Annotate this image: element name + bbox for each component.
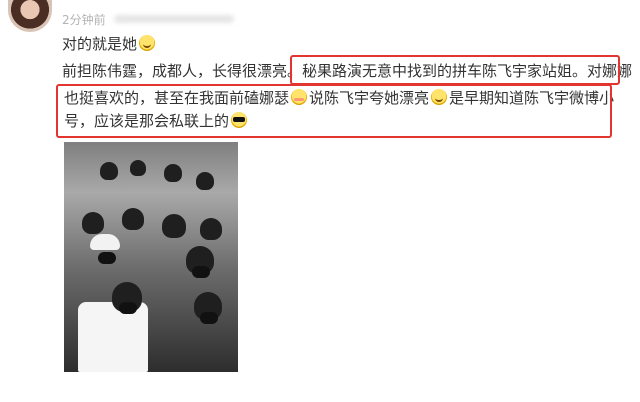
crowd-head bbox=[82, 212, 104, 234]
white-cap bbox=[90, 234, 120, 250]
face-mask bbox=[192, 266, 210, 278]
face-mask bbox=[119, 302, 137, 314]
username-blur bbox=[113, 15, 234, 23]
crowd-head bbox=[162, 214, 186, 238]
post-text-segment: 对的就是她 bbox=[62, 35, 138, 53]
avatar[interactable] bbox=[8, 0, 52, 32]
blank-area bbox=[250, 142, 620, 372]
crowd-head bbox=[122, 208, 144, 230]
red-highlight-box-2 bbox=[56, 84, 612, 138]
post-time: 2分钟前 bbox=[62, 12, 106, 27]
crowd-head bbox=[130, 160, 146, 176]
crowd-head bbox=[164, 164, 182, 182]
face-mask bbox=[98, 252, 116, 264]
crowd-head bbox=[200, 218, 222, 240]
crowd-head bbox=[100, 162, 118, 180]
post-photo[interactable] bbox=[64, 142, 238, 372]
post-meta: 2分钟前 bbox=[62, 12, 234, 27]
white-shirt bbox=[78, 302, 148, 372]
red-highlight-box-1 bbox=[290, 55, 620, 85]
crowd-head bbox=[196, 172, 214, 190]
face-mask bbox=[200, 312, 218, 324]
post-text-line-1: 对的就是她 bbox=[62, 34, 157, 54]
grin-emoji-icon bbox=[139, 35, 156, 51]
post-text-segment: 前担陈伟霆，成都人，长得很漂亮。 bbox=[62, 62, 303, 80]
